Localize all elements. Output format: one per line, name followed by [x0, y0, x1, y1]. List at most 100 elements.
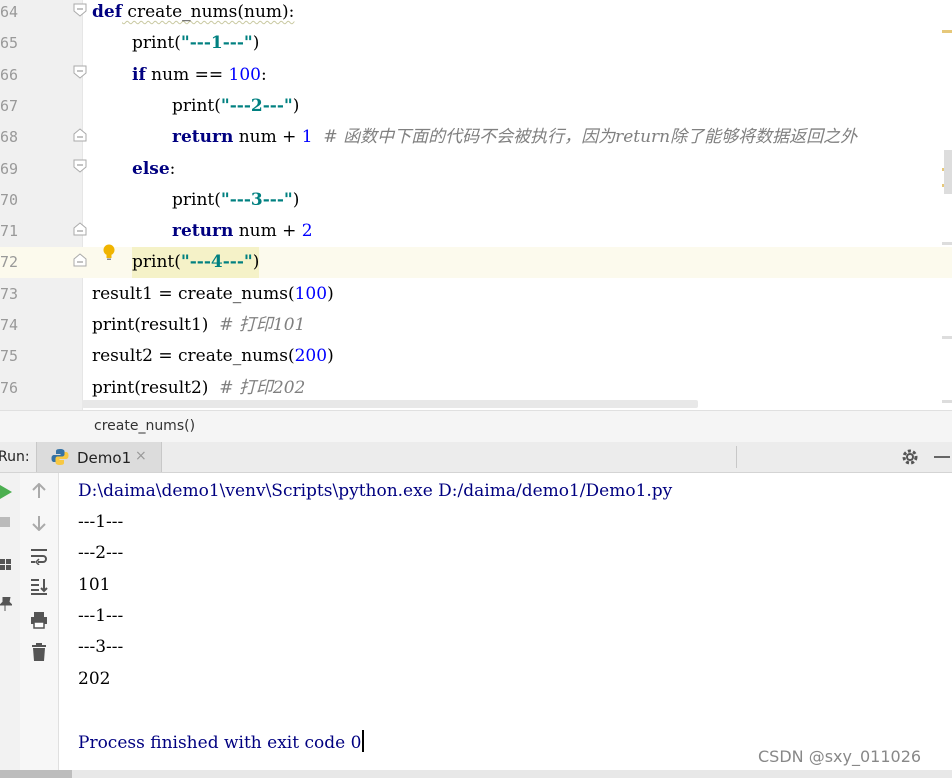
code-text: print("---3---") — [172, 185, 299, 216]
fold-end-icon[interactable] — [73, 253, 87, 267]
code-text: return num + 2 — [172, 216, 313, 247]
code-token: 1 — [301, 127, 313, 148]
line-number: 65 — [0, 34, 19, 53]
code-token: # 函数中下面的代码不会被执行，因为return除了能够将数据返回之外 — [312, 127, 858, 148]
lightbulb-icon[interactable] — [102, 244, 116, 262]
line-number: 67 — [0, 96, 19, 115]
code-text: print("---1---") — [132, 28, 259, 59]
code-line[interactable]: 74 print(result1) # 打印101 — [0, 310, 952, 341]
code-line[interactable]: 69 else: — [0, 154, 952, 185]
code-token: 2 — [301, 221, 313, 242]
code-text: print(result1) # 打印101 — [92, 310, 305, 341]
code-token: print( — [172, 95, 221, 116]
run-console[interactable]: D:\daima\demo1\venv\Scripts\python.exe D… — [0, 473, 952, 778]
code-line[interactable]: 71 return num + 2 — [0, 216, 952, 247]
error-stripe-mark[interactable] — [942, 336, 952, 339]
line-number: 74 — [0, 316, 19, 334]
horizontal-scrollbar[interactable] — [82, 400, 698, 408]
console-exit-message: Process finished with exit code 0 — [78, 730, 365, 753]
code-text: result1 = create_nums(100) — [92, 279, 334, 310]
code-text: print(result2) # 打印202 — [92, 373, 305, 404]
code-token: "---3---" — [220, 189, 293, 210]
status-strip-tab — [0, 770, 72, 778]
breadcrumb-item[interactable]: create_nums() — [94, 418, 195, 434]
code-token: ) — [327, 346, 334, 367]
trash-icon[interactable] — [30, 643, 48, 661]
code-line[interactable]: 70 print("---3---") — [0, 185, 952, 216]
line-number: 75 — [0, 347, 19, 366]
line-number: 71 — [0, 222, 19, 241]
code-line[interactable]: 64 def create_nums(num): — [0, 0, 952, 28]
error-stripe-mark[interactable] — [942, 30, 952, 33]
code-token: 100 — [228, 64, 261, 85]
close-icon[interactable]: × — [135, 448, 147, 464]
fold-toggle-icon[interactable] — [73, 3, 87, 17]
fold-toggle-icon[interactable] — [73, 159, 87, 173]
error-stripe-mark[interactable] — [942, 242, 952, 245]
arrow-up-icon[interactable] — [30, 483, 48, 499]
code-line[interactable]: 67 print("---2---") — [0, 91, 952, 122]
code-token: return — [172, 127, 234, 148]
code-line[interactable]: 65 print("---1---") — [0, 28, 952, 59]
fold-end-icon[interactable] — [73, 128, 87, 142]
code-token: result2 = create_nums( — [92, 346, 295, 367]
code-token: result1 = create_nums( — [92, 283, 295, 304]
code-line[interactable]: 73 result1 = create_nums(100) — [0, 279, 952, 310]
fold-end-icon[interactable] — [73, 222, 87, 236]
fold-toggle-icon[interactable] — [73, 65, 87, 79]
line-number: 73 — [0, 284, 19, 303]
code-editor[interactable]: 64 def create_nums(num): 65 print("---1---"… — [0, 0, 952, 410]
code-token: num + — [233, 127, 302, 148]
code-token: : — [260, 64, 267, 85]
code-token: print( — [172, 189, 221, 210]
code-text: print("---2---") — [172, 91, 299, 122]
code-token: ) — [252, 33, 260, 54]
line-number: 64 — [0, 3, 19, 21]
status-strip — [0, 770, 952, 778]
line-number: 66 — [0, 65, 19, 84]
code-token: return — [172, 221, 234, 242]
console-toolbar — [20, 473, 59, 778]
run-tab-label: Demo1 — [77, 449, 132, 467]
code-token: ) — [292, 189, 300, 210]
layout-icon[interactable] — [0, 559, 12, 571]
code-line[interactable]: 72 print("---4---") — [0, 247, 952, 279]
python-icon — [51, 449, 69, 465]
code-token: ) — [252, 252, 260, 273]
console-output-line: 101 — [78, 574, 111, 595]
code-token: "---2---" — [220, 95, 293, 116]
code-text: return num + 1 # 函数中下面的代码不会被执行，因为return除… — [172, 122, 857, 153]
run-toolbar: Run: Demo1 × — [0, 442, 952, 473]
code-token: num + — [233, 221, 302, 242]
soft-wrap-icon[interactable] — [30, 547, 48, 565]
code-token: "---1---" — [180, 33, 253, 54]
scroll-to-end-icon[interactable] — [30, 577, 48, 595]
code-line[interactable]: 75 result2 = create_nums(200) — [0, 341, 952, 372]
run-tab-demo1[interactable]: Demo1 × — [36, 442, 162, 472]
stop-icon[interactable] — [0, 517, 10, 527]
code-line[interactable]: 66 if num == 100: — [0, 60, 952, 91]
code-token: ) — [292, 95, 300, 116]
code-line[interactable]: 76 print(result2) # 打印202 — [0, 373, 952, 404]
vertical-scrollbar[interactable] — [944, 150, 952, 194]
rerun-icon[interactable] — [0, 485, 12, 499]
code-line[interactable]: 68 return num + 1 # 函数中下面的代码不会被执行，因为retur… — [0, 122, 952, 153]
error-stripe-mark[interactable] — [942, 400, 952, 403]
console-output-line: ---1--- — [78, 605, 124, 626]
code-token: # 打印202 — [219, 377, 306, 398]
console-output-line: ---2--- — [78, 543, 124, 564]
breadcrumb[interactable]: create_nums() — [0, 410, 952, 444]
gear-icon[interactable] — [900, 447, 920, 467]
code-token: if — [132, 64, 146, 85]
pin-icon[interactable] — [0, 597, 12, 611]
text-caret — [362, 730, 365, 752]
minimize-icon[interactable] — [934, 456, 950, 458]
code-token: : — [169, 158, 176, 179]
line-number: 70 — [0, 190, 19, 209]
console-command-line: D:\daima\demo1\venv\Scripts\python.exe D… — [78, 481, 673, 501]
print-icon[interactable] — [30, 611, 48, 629]
run-side-toolbar — [0, 473, 21, 778]
arrow-down-icon[interactable] — [30, 515, 48, 531]
line-number: 69 — [0, 159, 19, 178]
watermark: CSDN @sxy_011026 — [758, 747, 922, 766]
